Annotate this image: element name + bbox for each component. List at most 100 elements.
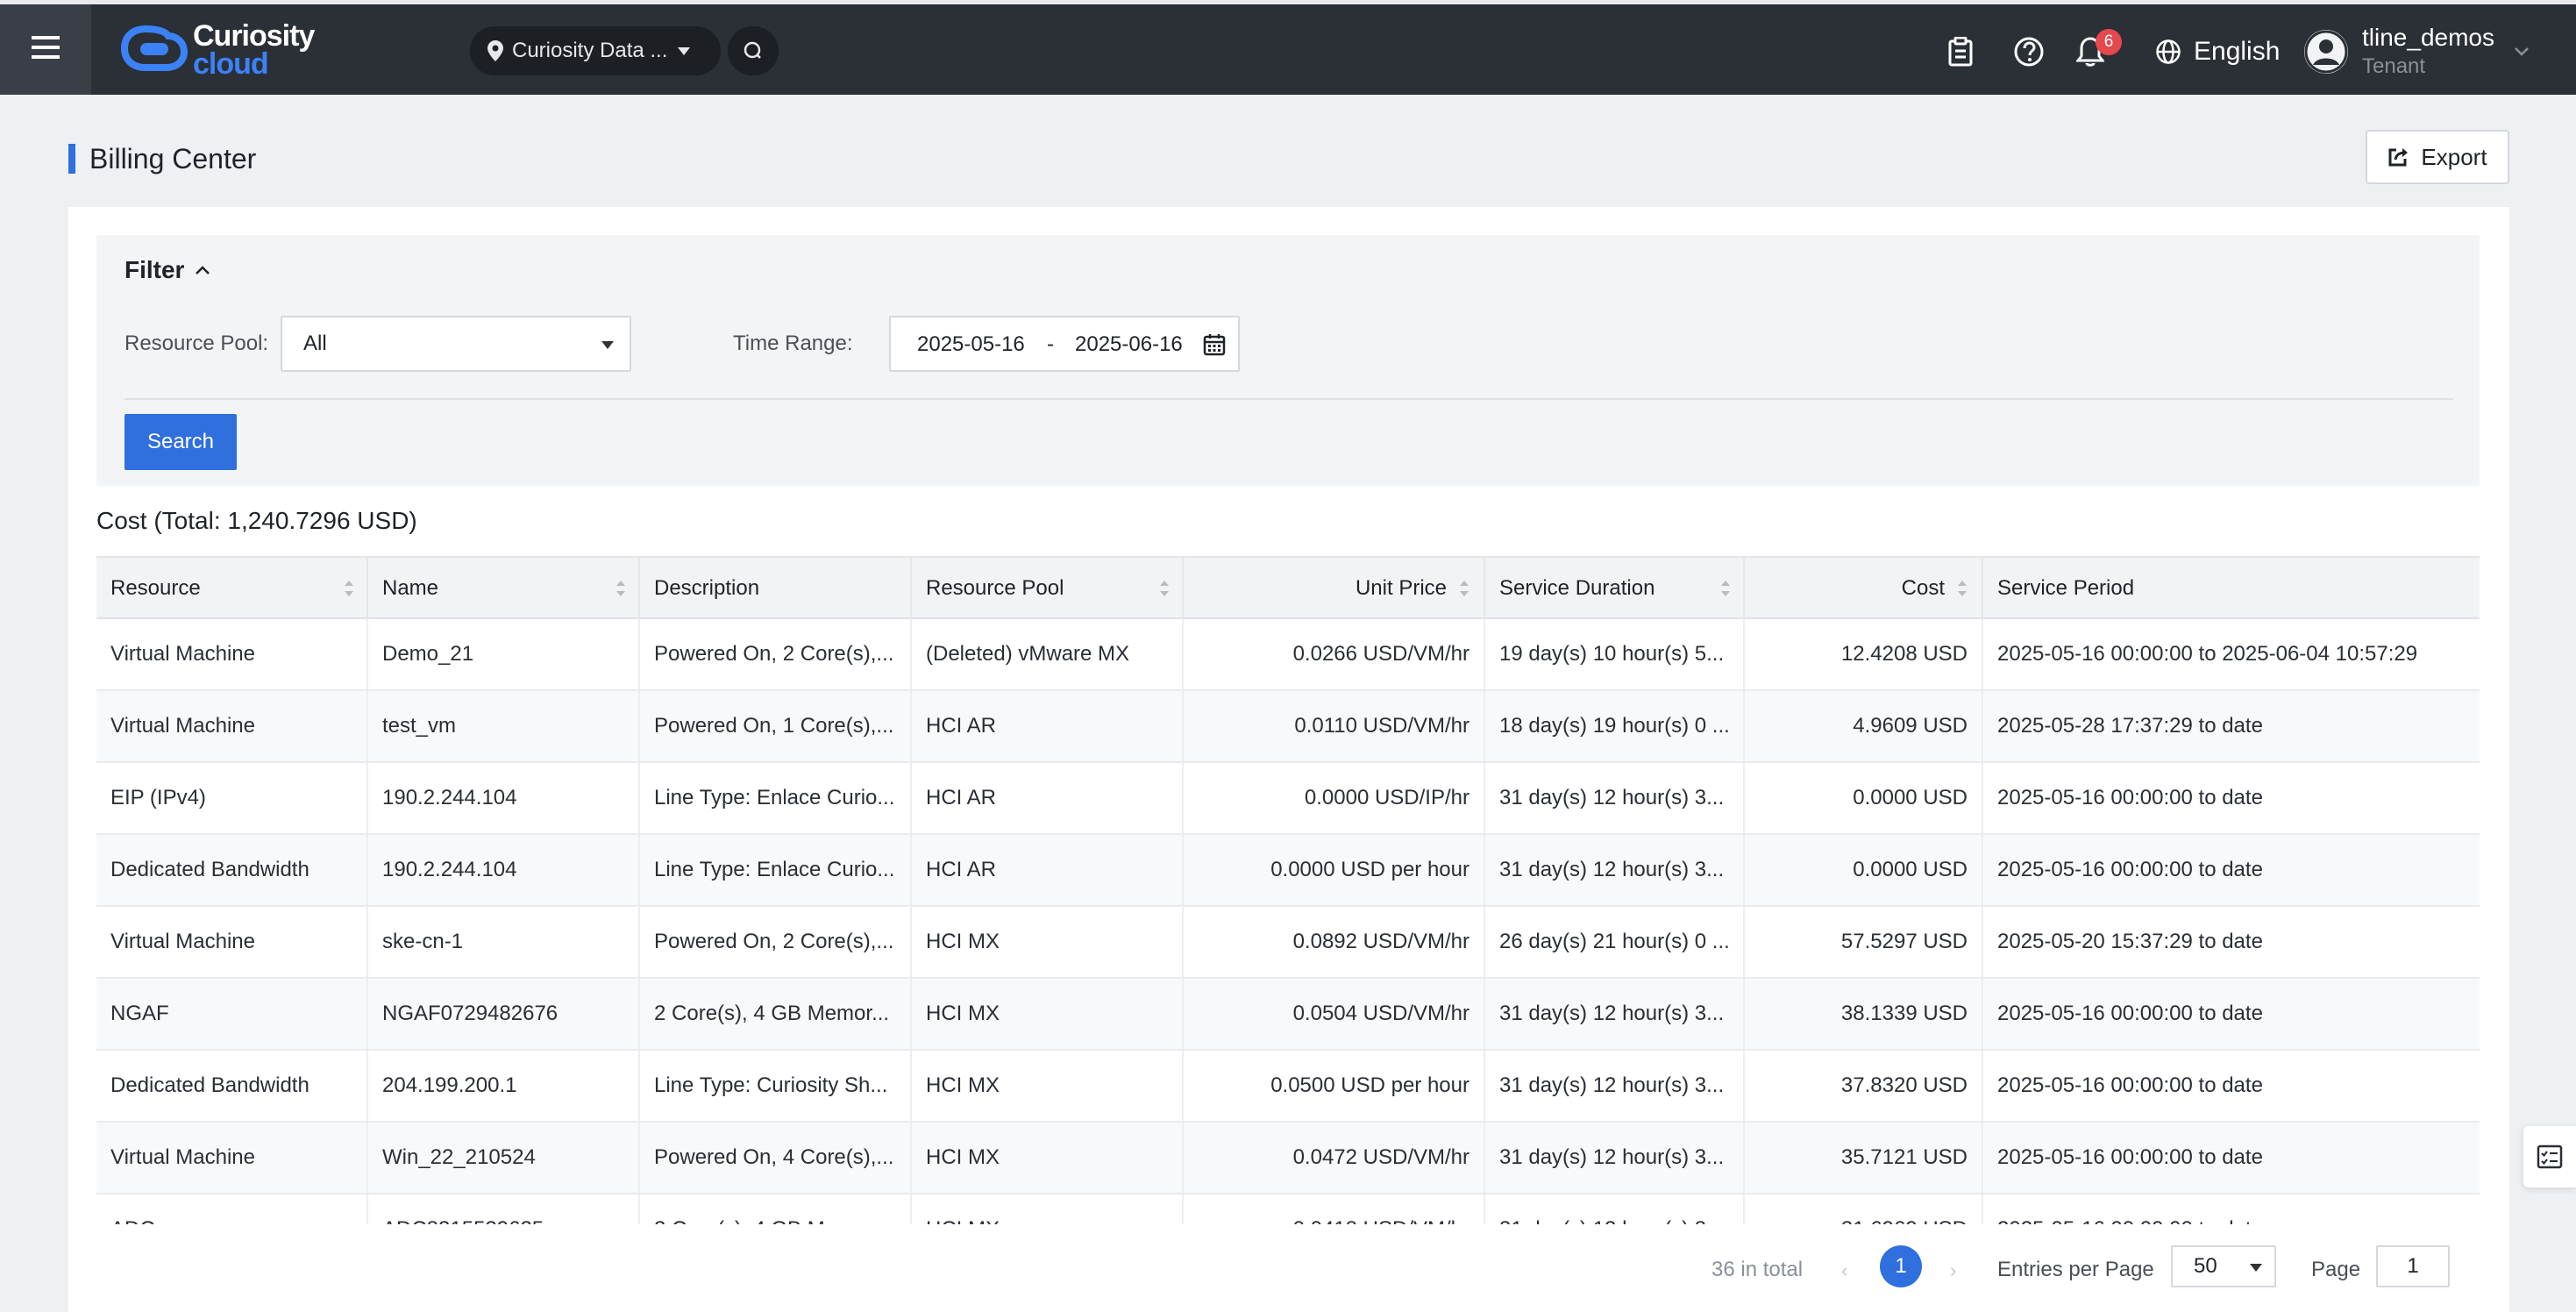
date-end: 2025-06-16 — [1075, 332, 1183, 356]
page-title: Billing Center — [89, 142, 257, 175]
next-page-button[interactable]: › — [1950, 1259, 1956, 1282]
sort-icon[interactable] — [1459, 579, 1469, 598]
help-icon[interactable] — [2011, 34, 2046, 69]
clipboard-icon[interactable] — [1943, 34, 1978, 69]
cell-unit-price: 0.0500 USD per hour — [1184, 1051, 1485, 1121]
cell-name: ADC8215529625 — [368, 1194, 640, 1224]
cell-cost: 38.1339 USD — [1745, 979, 1983, 1049]
column-header-service-period: Service Period — [1983, 558, 2480, 619]
table-row[interactable]: ADC ADC8215529625 2 Core(s), 4 GB Memor.… — [96, 1194, 2480, 1224]
column-header-label: Unit Price — [1355, 576, 1447, 600]
table-row[interactable]: Virtual Machine test_vm Powered On, 1 Co… — [96, 691, 2480, 763]
cell-cost: 35.7121 USD — [1745, 1123, 1983, 1193]
cell-resource-pool: HCI MX — [912, 907, 1184, 977]
sort-icon[interactable] — [1720, 579, 1731, 598]
hamburger-menu-button[interactable] — [0, 4, 91, 95]
column-header-unit-price[interactable]: Unit Price — [1184, 558, 1485, 619]
page-jump-input[interactable]: 1 — [2376, 1245, 2450, 1287]
column-header-name[interactable]: Name — [368, 558, 640, 619]
table-row[interactable]: Dedicated Bandwidth 204.199.200.1 Line T… — [96, 1051, 2480, 1123]
cell-service-period: 2025-05-16 00:00:00 to date — [1983, 1194, 2480, 1224]
table-header: Resource Name Description Resource Pool … — [96, 556, 2480, 619]
cell-resource: EIP (IPv4) — [96, 763, 368, 833]
table-row[interactable]: Virtual Machine ske-cn-1 Powered On, 2 C… — [96, 907, 2480, 979]
cell-resource-pool: HCI MX — [912, 1051, 1184, 1121]
cell-unit-price: 0.0472 USD/VM/hr — [1184, 1123, 1485, 1193]
date-separator: - — [1047, 332, 1054, 356]
prev-page-button[interactable]: ‹ — [1841, 1259, 1847, 1282]
cell-name: Demo_21 — [368, 619, 640, 689]
cell-resource: NGAF — [96, 979, 368, 1049]
column-header-label: Name — [382, 576, 439, 600]
avatar — [2304, 30, 2348, 74]
column-header-label: Cost — [1901, 576, 1945, 600]
column-header-cost[interactable]: Cost — [1745, 558, 1983, 619]
filter-toggle[interactable]: Filter — [125, 256, 210, 284]
cell-resource-pool: (Deleted) vMware MX — [912, 619, 1184, 689]
cloud-logo-icon — [120, 24, 189, 77]
cell-service-period: 2025-05-16 00:00:00 to date — [1997, 1002, 2263, 1025]
entries-per-page-select[interactable]: 50 — [2171, 1245, 2276, 1287]
global-search-button[interactable] — [728, 26, 779, 75]
sort-icon[interactable] — [616, 579, 626, 598]
filter-panel: Filter Resource Pool: All Time Range: 20… — [96, 235, 2480, 486]
language-selector[interactable]: English — [2155, 31, 2280, 73]
app-logo[interactable]: Curiosity cloud — [120, 20, 315, 80]
cell-description: Line Type: Curiosity Sh... — [640, 1051, 912, 1121]
time-range-label: Time Range: — [733, 332, 853, 355]
column-header-resource[interactable]: Resource — [96, 558, 368, 619]
top-bar: Curiosity cloud Curiosity Data ... 6 Eng… — [0, 0, 2576, 95]
cell-service-duration: 31 day(s) 12 hour(s) 3... — [1485, 1051, 1745, 1121]
cell-name: ske-cn-1 — [368, 907, 640, 977]
page-label: Page — [2311, 1258, 2361, 1281]
location-pin-icon — [487, 40, 503, 61]
resource-pool-select[interactable]: All — [281, 316, 631, 372]
cell-service-period: 2025-05-16 00:00:00 to date — [1997, 858, 2263, 881]
region-selector[interactable]: Curiosity Data ... — [470, 26, 721, 75]
cell-unit-price: 0.0418 USD/VM/hr — [1184, 1194, 1485, 1224]
cell-unit-price: 0.0000 USD/IP/hr — [1184, 763, 1485, 833]
column-header-label: Resource — [110, 576, 201, 600]
export-button-label: Export — [2421, 143, 2487, 170]
table-row[interactable]: Virtual Machine Demo_21 Powered On, 2 Co… — [96, 619, 2480, 691]
cell-unit-price: 0.0892 USD/VM/hr — [1184, 907, 1485, 977]
cell-resource-pool: HCI AR — [912, 835, 1184, 905]
sort-icon[interactable] — [344, 579, 354, 598]
table-row[interactable]: Virtual Machine Win_22_210524 Powered On… — [96, 1123, 2480, 1194]
side-panel-toggle[interactable] — [2523, 1126, 2576, 1187]
column-header-service-duration[interactable]: Service Duration — [1485, 558, 1745, 619]
resource-pool-value: All — [303, 332, 327, 355]
page-number-current[interactable]: 1 — [1880, 1245, 1922, 1287]
user-role: Tenant — [2362, 54, 2426, 78]
pagination: 36 in total ‹ 1 › Entries per Page 50 Pa… — [68, 1224, 2509, 1312]
date-range-picker[interactable]: 2025-05-16 - 2025-06-16 — [889, 316, 1240, 372]
sort-icon[interactable] — [1159, 579, 1170, 598]
cell-service-period: 2025-05-16 00:00:00 to date — [1997, 786, 2263, 809]
table-row[interactable]: EIP (IPv4) 190.2.244.104 Line Type: Enla… — [96, 763, 2480, 835]
user-menu[interactable]: tline_demos Tenant — [2304, 24, 2530, 80]
sort-icon[interactable] — [1957, 579, 1968, 598]
cell-unit-price: 0.0266 USD/VM/hr — [1184, 619, 1485, 689]
table-row[interactable]: NGAF NGAF0729482676 2 Core(s), 4 GB Memo… — [96, 979, 2480, 1051]
cell-resource-pool: HCI AR — [912, 691, 1184, 761]
cell-description: Powered On, 4 Core(s),... — [640, 1123, 912, 1193]
column-header-resource-pool[interactable]: Resource Pool — [912, 558, 1184, 619]
filter-divider — [125, 398, 2453, 400]
search-icon — [743, 40, 764, 61]
cell-service-duration: 31 day(s) 12 hour(s) 3... — [1485, 1194, 1745, 1224]
filter-title: Filter — [125, 256, 185, 283]
export-button[interactable]: Export — [2366, 130, 2509, 184]
title-accent-bar — [68, 144, 75, 174]
cell-cost: 4.9609 USD — [1745, 691, 1983, 761]
cell-service-period: 2025-05-28 17:37:29 to date — [1997, 714, 2263, 738]
cell-cost: 31.6969 USD — [1745, 1194, 1983, 1224]
page-header: Billing Center — [68, 142, 257, 175]
calendar-icon — [1203, 333, 1226, 362]
table-row[interactable]: Dedicated Bandwidth 190.2.244.104 Line T… — [96, 835, 2480, 907]
search-button[interactable]: Search — [125, 414, 237, 470]
cell-name: NGAF0729482676 — [368, 979, 640, 1049]
cost-total: Cost (Total: 1,240.7296 USD) — [96, 507, 417, 534]
cell-resource: Virtual Machine — [96, 691, 368, 761]
cell-cost: 12.4208 USD — [1745, 619, 1983, 689]
cell-resource: Dedicated Bandwidth — [96, 1051, 368, 1121]
